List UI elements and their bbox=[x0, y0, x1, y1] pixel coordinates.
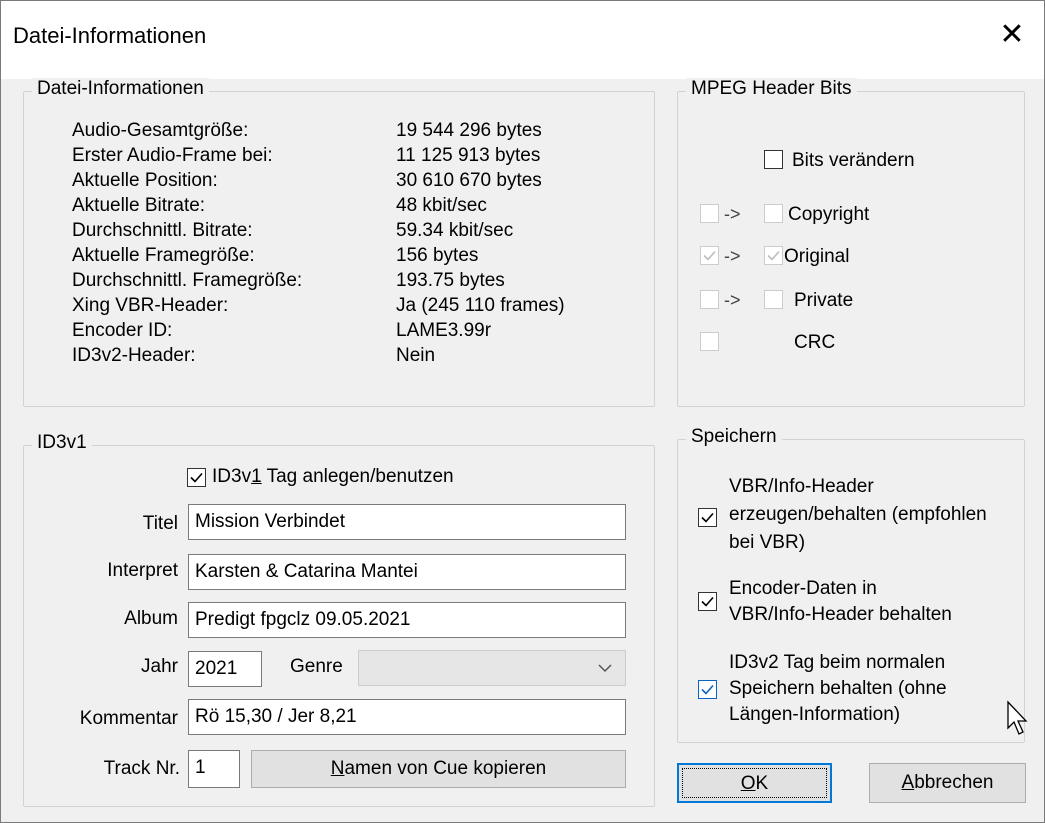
check-icon bbox=[701, 512, 714, 523]
genre-label: Genre bbox=[290, 656, 343, 677]
cancel-button[interactable]: Abbrechen bbox=[869, 763, 1026, 803]
id3v1-use-label-post: Tag anlegen/benutzen bbox=[261, 466, 454, 487]
year-label: Jahr bbox=[141, 656, 178, 677]
file-info-label: Durchschnittl. Bitrate: bbox=[72, 220, 253, 241]
artist-label: Interpret bbox=[107, 560, 178, 581]
album-label: Album bbox=[124, 608, 178, 629]
cancel-accel: A bbox=[901, 772, 915, 793]
vbr-header-checkbox[interactable] bbox=[698, 508, 717, 527]
crc-label: CRC bbox=[794, 332, 836, 353]
file-info-value: 19 544 296 bytes bbox=[396, 120, 542, 141]
chevron-down-icon bbox=[598, 664, 612, 673]
bits-change-label: Bits verändern bbox=[792, 150, 915, 171]
private-label: Private bbox=[794, 290, 854, 311]
mouse-cursor-icon bbox=[1007, 700, 1028, 735]
title-input[interactable]: Mission Verbindet bbox=[188, 504, 626, 540]
id3v1-use-checkbox[interactable] bbox=[187, 468, 206, 487]
file-info-value: Ja (245 110 frames) bbox=[396, 295, 565, 316]
private-source-checkbox bbox=[700, 290, 719, 309]
vbr-header-label-line3: bei VBR) bbox=[729, 532, 806, 553]
focus-rect bbox=[682, 768, 827, 798]
file-info-value: 156 bytes bbox=[396, 245, 479, 266]
file-info-value: 193.75 bytes bbox=[396, 270, 505, 291]
file-info-label: Aktuelle Position: bbox=[72, 170, 218, 191]
check-icon bbox=[701, 596, 714, 607]
close-icon[interactable]: ✕ bbox=[996, 19, 1028, 51]
file-info-legend: Datei-Informationen bbox=[32, 78, 209, 100]
check-icon bbox=[703, 250, 716, 261]
copyright-source-checkbox bbox=[700, 204, 719, 223]
album-input[interactable]: Predigt fpgclz 09.05.2021 bbox=[188, 602, 626, 638]
vbr-header-label-line1: VBR/Info-Header bbox=[729, 476, 874, 497]
ok-button[interactable]: OK bbox=[677, 763, 832, 803]
dialog-window: Datei-Informationen ✕ Datei-Informatione… bbox=[0, 0, 1045, 823]
comment-label: Kommentar bbox=[79, 708, 178, 729]
keep-id3v2-label-line1: ID3v2 Tag beim normalen bbox=[729, 652, 946, 673]
track-label: Track Nr. bbox=[103, 758, 180, 779]
file-info-value: 48 kbit/sec bbox=[396, 195, 487, 216]
bits-change-checkbox[interactable] bbox=[764, 150, 783, 169]
id3v1-use-label-accel: 1 bbox=[251, 466, 262, 487]
id3v1-use-label-pre: ID3v bbox=[212, 466, 252, 487]
window-title: Datei-Informationen bbox=[13, 23, 207, 48]
cancel-label: bbrechen bbox=[914, 772, 994, 793]
encoder-data-checkbox[interactable] bbox=[698, 592, 717, 611]
file-info-group: Datei-Informationen Audio-Gesamtgröße: 19… bbox=[23, 78, 655, 407]
artist-input[interactable]: Karsten & Catarina Mantei bbox=[188, 554, 626, 590]
id3v1-legend: ID3v1 bbox=[32, 432, 92, 454]
file-info-value: 59.34 kbit/sec bbox=[396, 220, 514, 241]
genre-select[interactable] bbox=[358, 650, 626, 686]
title-label: Titel bbox=[142, 513, 178, 534]
save-legend: Speichern bbox=[686, 426, 782, 448]
original-label: Original bbox=[784, 246, 850, 267]
file-info-label: Erster Audio-Frame bei: bbox=[72, 145, 273, 166]
file-info-label: Aktuelle Framegröße: bbox=[72, 245, 255, 266]
file-info-label: Aktuelle Bitrate: bbox=[72, 195, 206, 216]
private-arrow: -> bbox=[724, 290, 741, 310]
check-icon bbox=[190, 472, 203, 483]
encoder-data-label-line2: VBR/Info-Header behalten bbox=[729, 604, 952, 625]
check-icon bbox=[767, 250, 780, 261]
comment-input[interactable]: Rö 15,30 / Jer 8,21 bbox=[188, 699, 626, 735]
crc-checkbox bbox=[700, 332, 719, 351]
file-info-label: Xing VBR-Header: bbox=[72, 295, 229, 316]
copyright-arrow: -> bbox=[724, 204, 741, 224]
mpeg-header-legend: MPEG Header Bits bbox=[686, 78, 857, 100]
file-info-value: LAME3.99r bbox=[396, 320, 492, 341]
private-checkbox[interactable] bbox=[764, 290, 783, 309]
save-group: Speichern VBR/Info-Header erzeugen/behal… bbox=[677, 426, 1028, 743]
copy-cue-names-accel: N bbox=[330, 758, 345, 779]
file-info-value: 30 610 670 bytes bbox=[396, 170, 542, 191]
keep-id3v2-label-line2: Speichern behalten (ohne bbox=[729, 678, 947, 699]
mpeg-header-group: MPEG Header Bits Bits verändern -> Copyr… bbox=[677, 78, 1025, 407]
file-info-value: 11 125 913 bytes bbox=[396, 145, 541, 166]
file-info-value: Nein bbox=[396, 345, 436, 366]
id3v1-use-label: ID3v1 Tag anlegen/benutzen bbox=[212, 466, 454, 488]
original-checkbox[interactable] bbox=[764, 246, 783, 265]
copy-cue-names-label: amen von Cue kopieren bbox=[344, 758, 547, 779]
copy-cue-names-button[interactable]: Namen von Cue kopieren bbox=[251, 750, 626, 788]
check-icon bbox=[701, 684, 714, 695]
id3v1-group: ID3v1 ID3v1 Tag anlegen/benutzen Titel M… bbox=[23, 432, 655, 807]
keep-id3v2-checkbox[interactable] bbox=[698, 680, 717, 699]
original-source-checkbox bbox=[700, 246, 719, 265]
keep-id3v2-label-line3: Längen-Information) bbox=[729, 704, 901, 725]
copyright-label: Copyright bbox=[788, 204, 870, 225]
year-input[interactable]: 2021 bbox=[188, 651, 262, 687]
vbr-header-label-line2: erzeugen/behalten (empfohlen bbox=[729, 504, 987, 525]
file-info-label: Audio-Gesamtgröße: bbox=[72, 120, 249, 141]
file-info-label: ID3v2-Header: bbox=[72, 345, 196, 366]
title-bar: Datei-Informationen ✕ bbox=[1, 1, 1044, 79]
file-info-label: Encoder ID: bbox=[72, 320, 173, 341]
encoder-data-label-line1: Encoder-Daten in bbox=[729, 578, 877, 599]
copyright-checkbox[interactable] bbox=[764, 204, 783, 223]
original-arrow: -> bbox=[724, 246, 741, 266]
track-input[interactable]: 1 bbox=[188, 750, 240, 788]
file-info-label: Durchschnittl. Framegröße: bbox=[72, 270, 303, 291]
